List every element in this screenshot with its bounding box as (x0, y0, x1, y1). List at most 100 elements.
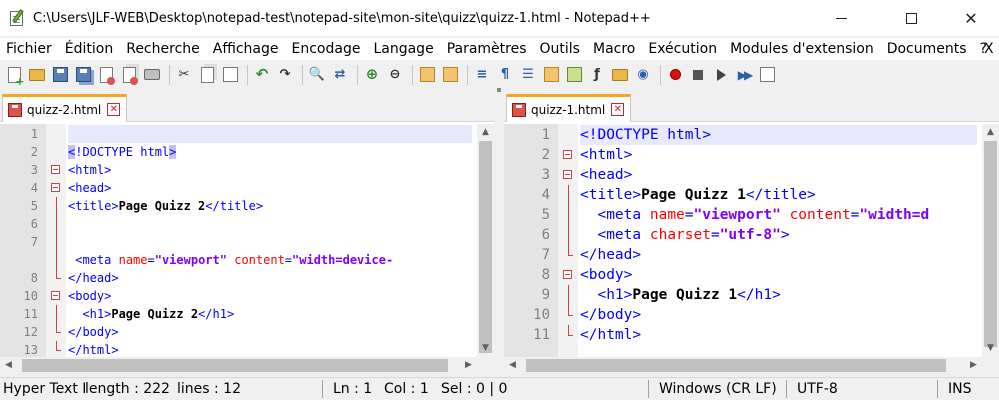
play-macro-icon[interactable] (711, 65, 731, 85)
close-tab-icon[interactable]: ✕ (107, 103, 121, 116)
close-file-icon[interactable] (96, 65, 116, 85)
fold-toggle-icon[interactable] (51, 291, 60, 300)
line-number: 7 (541, 247, 550, 263)
window-title: C:\Users\JLF-WEB\Desktop\notepad-test\no… (33, 10, 651, 26)
code-token: <title> (580, 187, 642, 203)
scroll-down-icon[interactable]: ▼ (982, 340, 999, 357)
scroll-thumb[interactable] (479, 141, 492, 353)
print-icon[interactable] (142, 65, 162, 85)
close-all-icon[interactable] (119, 65, 139, 85)
pane-splitter[interactable] (494, 88, 504, 374)
menu-affichage[interactable]: Affichage (213, 41, 279, 57)
find-icon[interactable]: 🔍 (307, 65, 327, 85)
vertical-scrollbar[interactable]: ▲ ▼ (477, 124, 494, 357)
close-document-button[interactable]: X (984, 41, 994, 57)
horizontal-scrollbar[interactable]: ◀ ▶ (0, 357, 494, 374)
code-line: <!DOCTYPE html> (580, 125, 977, 145)
redo-icon[interactable]: ↷ (275, 65, 295, 85)
open-folder-icon[interactable] (27, 65, 47, 85)
fold-toggle-icon[interactable] (563, 170, 572, 179)
tab-quizz-1[interactable]: quizz-1.html ✕ (506, 94, 632, 122)
code-token: </body> (580, 307, 642, 323)
menu-execution[interactable]: Exécution (648, 41, 717, 57)
indent-guide-icon[interactable]: ☰ (518, 65, 538, 85)
scroll-right-icon[interactable]: ▶ (965, 357, 982, 374)
scroll-up-icon[interactable]: ▲ (477, 124, 494, 141)
status-doc-type: Hyper Text I (3, 381, 87, 397)
paste-icon[interactable] (220, 65, 240, 85)
record-macro-icon[interactable] (665, 65, 685, 85)
scroll-left-icon[interactable]: ◀ (504, 357, 521, 374)
fold-toggle-icon[interactable] (51, 183, 60, 192)
lang-define-icon[interactable] (541, 65, 561, 85)
code-token: <h1> (597, 287, 633, 303)
scroll-thumb[interactable] (984, 141, 997, 347)
code-token: content (789, 207, 851, 223)
fold-toggle-icon[interactable] (563, 150, 572, 159)
close-window-button[interactable]: ✕ (948, 0, 994, 36)
zoom-out-icon[interactable]: ⊖ (385, 65, 405, 85)
code-line: <head> (68, 179, 472, 197)
cut-icon[interactable]: ✂ (174, 65, 194, 85)
scroll-thumb[interactable] (22, 359, 448, 372)
line-number: 6 (30, 217, 38, 231)
copy-icon[interactable] (197, 65, 217, 85)
horizontal-scrollbar[interactable]: ◀ ▶ (504, 357, 999, 374)
doc-map-icon[interactable] (564, 65, 584, 85)
menu-langage[interactable]: Langage (373, 41, 433, 57)
stop-macro-icon[interactable] (688, 65, 708, 85)
code-editor[interactable]: <!DOCTYPE html> <html> <head> <title>Page Q… (0, 124, 494, 374)
scroll-left-icon[interactable]: ◀ (0, 357, 17, 374)
folder-workspace-icon[interactable] (610, 65, 630, 85)
scroll-thumb[interactable] (526, 359, 946, 372)
menu-edition[interactable]: Édition (65, 41, 113, 57)
code-token: name (649, 207, 685, 223)
line-number: 1 (541, 127, 550, 143)
code-line: <!DOCTYPE html> (68, 143, 472, 161)
tab-quizz-2[interactable]: quizz-2.html ✕ (2, 94, 128, 122)
word-wrap-icon[interactable]: ≡ (472, 65, 492, 85)
run-macro-multiple-icon[interactable]: ▶▶ (734, 65, 754, 85)
toolbar: ✂ ↶ ↷ 🔍 ⇄ ⊕ ⊖ ≡ ¶ ☰ ƒ ◉ ▶▶ (0, 61, 999, 88)
fold-toggle-icon[interactable] (563, 270, 572, 279)
scroll-up-icon[interactable]: ▲ (982, 124, 999, 141)
sync-horizontal-icon[interactable] (440, 65, 460, 85)
save-icon[interactable] (50, 65, 70, 85)
menu-encodage[interactable]: Encodage (292, 41, 361, 57)
menu-modules[interactable]: Modules d'extension (730, 41, 874, 57)
menu-macro[interactable]: Macro (593, 41, 635, 57)
function-list-icon[interactable]: ƒ (587, 65, 607, 85)
maximize-button[interactable] (888, 0, 934, 36)
menu-fichier[interactable]: Fichier (6, 41, 52, 57)
code-line (68, 125, 472, 143)
menu-recherche[interactable]: Recherche (126, 41, 200, 57)
right-tab-strip: quizz-1.html ✕ (504, 88, 999, 122)
code-token: </title> (745, 187, 816, 203)
minimize-button[interactable] (818, 0, 864, 36)
line-number: 12 (23, 325, 38, 339)
code-token: <h1> (82, 307, 112, 321)
scroll-right-icon[interactable]: ▶ (460, 357, 477, 374)
vertical-scrollbar[interactable]: ▲ ▼ (982, 124, 999, 357)
menu-parametres[interactable]: Paramètres (447, 41, 527, 57)
close-tab-icon[interactable]: ✕ (611, 103, 625, 116)
toolbar-separator (660, 64, 661, 85)
undo-icon[interactable]: ↶ (252, 65, 272, 85)
code-line: <body> (68, 287, 472, 305)
save-macro-icon[interactable] (757, 65, 777, 85)
scroll-down-icon[interactable]: ▼ (477, 340, 494, 357)
fold-line (568, 325, 569, 335)
menu-documents[interactable]: Documents (887, 41, 967, 57)
code-token: <!DOCTYPE html> (580, 127, 711, 143)
fold-toggle-icon[interactable] (51, 165, 60, 174)
monitoring-icon[interactable]: ◉ (633, 65, 653, 85)
menu-outils[interactable]: Outils (540, 41, 580, 57)
code-token: </head> (580, 247, 642, 263)
code-editor[interactable]: <!DOCTYPE html> <html> <head> <title>Page Q… (504, 124, 999, 374)
replace-icon[interactable]: ⇄ (330, 65, 350, 85)
sync-vertical-icon[interactable] (417, 65, 437, 85)
new-file-icon[interactable] (4, 65, 25, 87)
zoom-in-icon[interactable]: ⊕ (362, 65, 382, 85)
save-all-icon[interactable] (73, 65, 93, 85)
show-all-chars-icon[interactable]: ¶ (495, 65, 515, 85)
